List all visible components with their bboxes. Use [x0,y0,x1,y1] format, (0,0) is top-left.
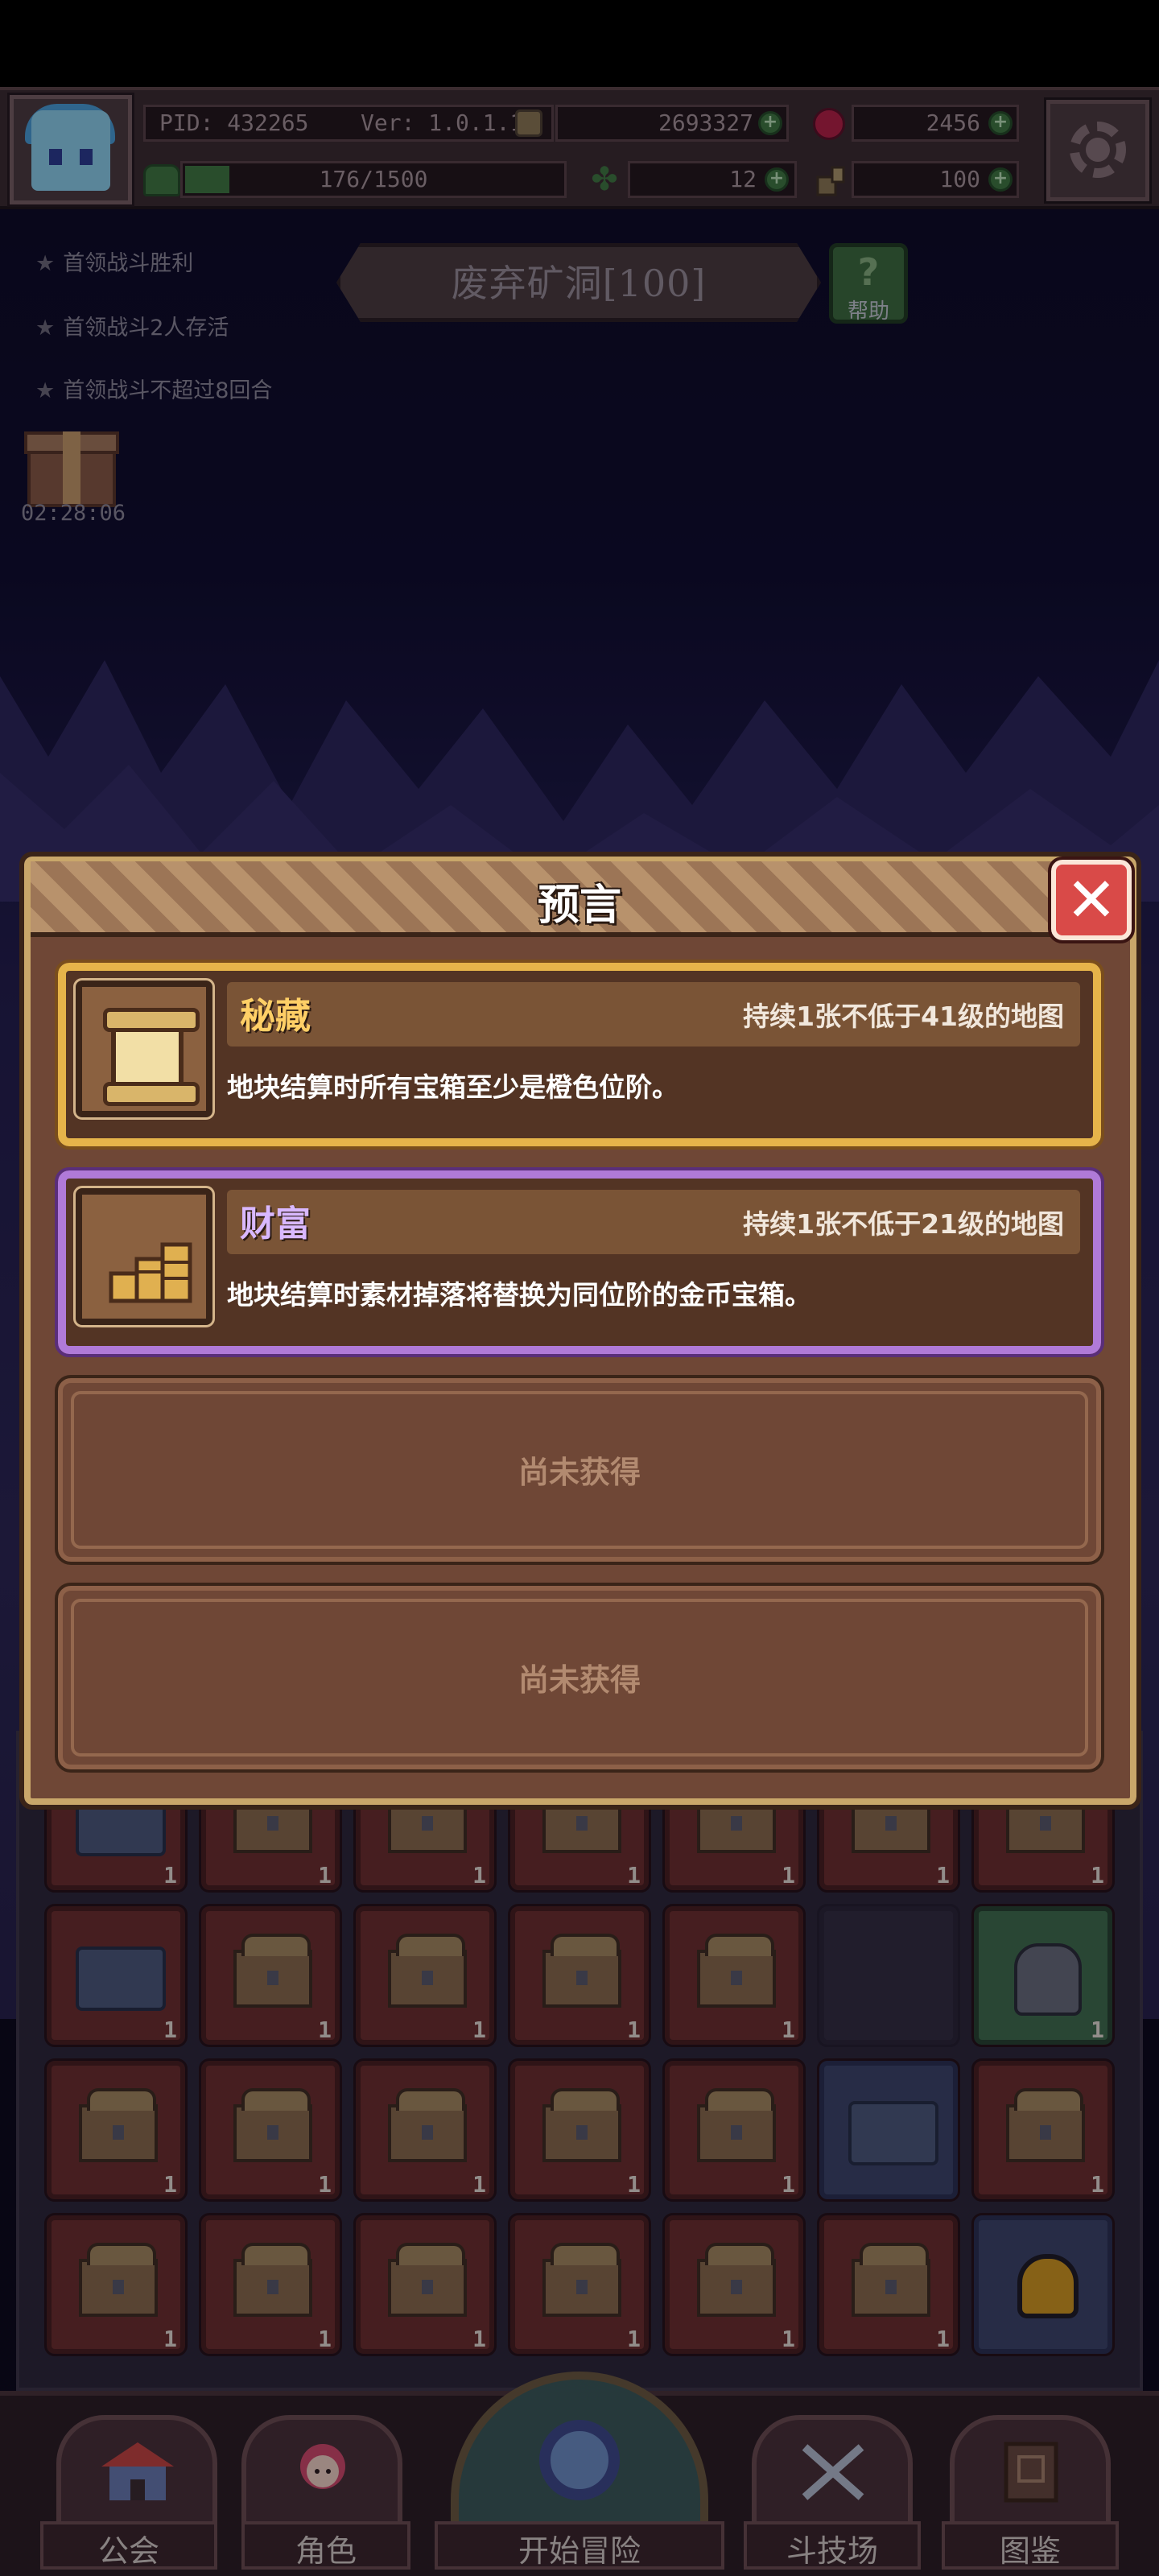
prophecy-name: 财富 [240,1203,311,1245]
prophecy-icon-frame [73,978,215,1120]
empty-prophecy-slot: 尚未获得 [55,1375,1104,1565]
coins-icon [109,1242,192,1303]
close-button[interactable]: ✕ [1048,857,1135,943]
status-bar-spacer [0,0,1159,87]
dialog-title: 预言 [537,881,621,930]
close-icon: ✕ [1066,864,1117,935]
prophecy-description: 地块结算时素材掉落将替换为同位阶的金币宝箱。 [227,1279,811,1311]
empty-prophecy-slot: 尚未获得 [55,1583,1104,1773]
not-obtained-label: 尚未获得 [518,1455,641,1490]
prophecy-name: 秘藏 [240,996,311,1037]
not-obtained-label: 尚未获得 [518,1662,641,1698]
prophecy-duration: 持续1张不低于21级的地图 [743,1208,1064,1240]
prophecy-icon-frame [73,1186,215,1327]
scroll-icon [103,1008,200,1106]
prophecy-duration: 持续1张不低于41级的地图 [743,1001,1064,1032]
prophecy-card-treasure[interactable]: 秘藏 持续1张不低于41级的地图 地块结算时所有宝箱至少是橙色位阶。 [55,960,1104,1150]
prophecy-card-wealth[interactable]: 财富 持续1张不低于21级的地图 地块结算时素材掉落将替换为同位阶的金币宝箱。 [55,1167,1104,1357]
prophecy-description: 地块结算时所有宝箱至少是橙色位阶。 [227,1071,678,1103]
